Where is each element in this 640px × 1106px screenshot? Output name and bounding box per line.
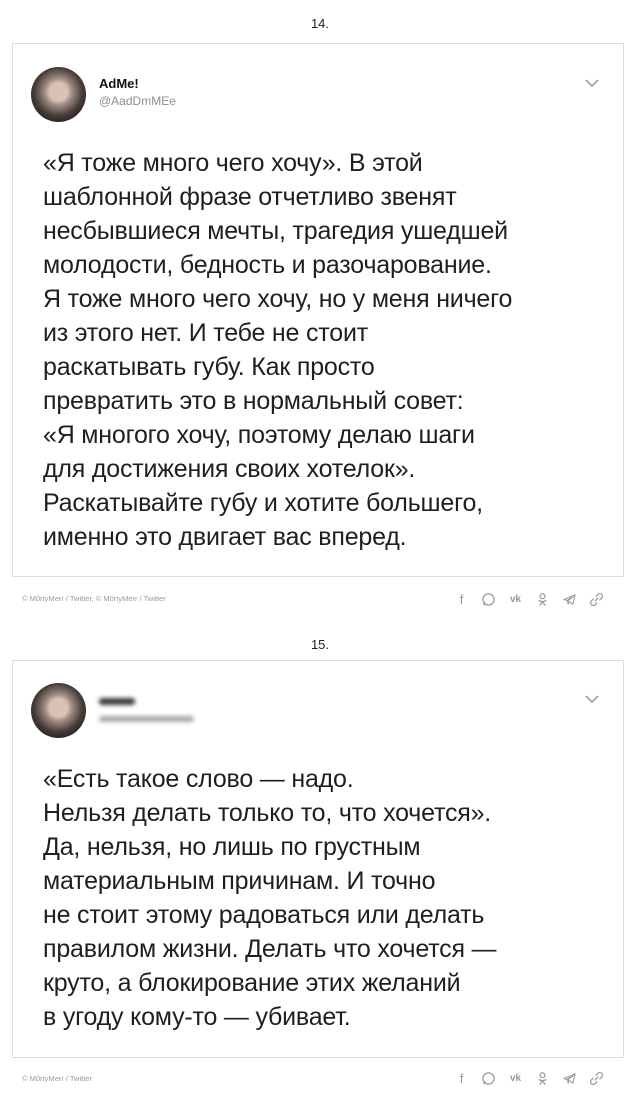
tweet-handle[interactable]: @AadDmMEe (99, 94, 176, 108)
chevron-down-icon[interactable] (585, 694, 599, 704)
odnoklassniki-icon[interactable] (534, 591, 551, 608)
avatar[interactable] (31, 683, 86, 738)
share-bar: f vk (453, 1069, 628, 1087)
image-credit: © M0rtyMerr / Twitter, © M0rtyMerr / Twi… (22, 594, 166, 603)
blurred-handle (99, 716, 194, 722)
share-bar: f vk (453, 590, 628, 608)
tweet-text: «Есть такое слово — надо. Нельзя делать … (43, 765, 497, 1031)
whatsapp-icon[interactable] (480, 1070, 497, 1087)
chevron-down-icon[interactable] (585, 78, 599, 88)
blurred-username (99, 698, 135, 705)
link-icon[interactable] (588, 1070, 605, 1087)
post-number: 14. (310, 16, 330, 31)
telegram-icon[interactable] (561, 1070, 578, 1087)
tweet-text: «Я тоже много чего хочу». В этой шаблонн… (43, 149, 513, 551)
link-icon[interactable] (588, 591, 605, 608)
post-number: 15. (310, 637, 330, 652)
telegram-icon[interactable] (561, 591, 578, 608)
vk-icon[interactable]: vk (507, 1070, 524, 1087)
avatar[interactable] (31, 67, 86, 122)
odnoklassniki-icon[interactable] (534, 1070, 551, 1087)
vk-icon[interactable]: vk (507, 591, 524, 608)
facebook-icon[interactable]: f (453, 1070, 470, 1087)
whatsapp-icon[interactable] (480, 591, 497, 608)
facebook-icon[interactable]: f (453, 591, 470, 608)
tweet-username[interactable]: AdMe! (99, 76, 139, 91)
image-credit: © M0rtyMerr / Twitter (22, 1074, 92, 1083)
